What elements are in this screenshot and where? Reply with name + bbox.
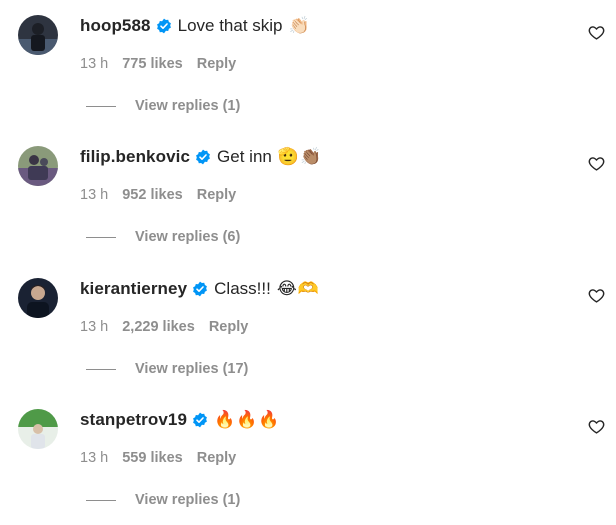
- comment-text: Get inn: [217, 147, 272, 166]
- view-replies-label: View replies (1): [135, 98, 241, 114]
- username[interactable]: hoop588: [80, 16, 151, 36]
- view-replies-button[interactable]: View replies (1): [86, 492, 240, 508]
- avatar[interactable]: [18, 278, 58, 318]
- comment-emojis: 🫡👏🏽: [277, 147, 323, 167]
- verified-badge-icon: [192, 412, 208, 428]
- timestamp[interactable]: 13 h: [80, 56, 108, 72]
- timestamp[interactable]: 13 h: [80, 450, 108, 466]
- comment-item: hoop588 Love that skip 👏🏻 13 h 775 likes…: [0, 0, 616, 131]
- likes-count[interactable]: 775 likes: [122, 56, 182, 72]
- timestamp[interactable]: 13 h: [80, 187, 108, 203]
- avatar[interactable]: [18, 409, 58, 449]
- comment-meta: 13 h 2,229 likes Reply: [80, 319, 248, 335]
- reply-button[interactable]: Reply: [209, 319, 249, 335]
- verified-badge-icon: [192, 281, 208, 297]
- avatar[interactable]: [18, 15, 58, 55]
- replies-divider: [86, 236, 116, 238]
- like-heart-icon[interactable]: [588, 155, 605, 172]
- comments-list: hoop588 Love that skip 👏🏻 13 h 775 likes…: [0, 0, 616, 518]
- comment-header: filip.benkovic Get inn 🫡👏🏽: [80, 145, 322, 169]
- reply-button[interactable]: Reply: [197, 450, 237, 466]
- likes-count[interactable]: 952 likes: [122, 187, 182, 203]
- view-replies-button[interactable]: View replies (6): [86, 229, 240, 245]
- view-replies-label: View replies (6): [135, 229, 241, 245]
- username[interactable]: kierantierney: [80, 279, 187, 299]
- view-replies-button[interactable]: View replies (17): [86, 361, 248, 377]
- comment-emojis: 👏🏻: [288, 16, 311, 36]
- replies-divider: [86, 105, 116, 107]
- comment-item: stanpetrov19 🔥🔥🔥 13 h 559 likes Reply Vi…: [0, 394, 616, 525]
- comment-meta: 13 h 775 likes Reply: [80, 56, 236, 72]
- replies-divider: [86, 499, 116, 501]
- like-heart-icon[interactable]: [588, 287, 605, 304]
- username[interactable]: filip.benkovic: [80, 147, 190, 167]
- comment-meta: 13 h 559 likes Reply: [80, 450, 236, 466]
- view-replies-label: View replies (1): [135, 492, 241, 508]
- comment-header: hoop588 Love that skip 👏🏻: [80, 14, 311, 38]
- avatar[interactable]: [18, 146, 58, 186]
- comment-item: kierantierney Class!!! 😂🫶 13 h 2,229 lik…: [0, 263, 616, 394]
- comment-text: Love that skip: [177, 16, 283, 35]
- view-replies-button[interactable]: View replies (1): [86, 98, 240, 114]
- comment-text: Class!!!: [214, 279, 271, 298]
- comment-header: stanpetrov19 🔥🔥🔥: [80, 408, 281, 432]
- comment-item: filip.benkovic Get inn 🫡👏🏽 13 h 952 like…: [0, 131, 616, 262]
- comment-meta: 13 h 952 likes Reply: [80, 187, 236, 203]
- comment-emojis: 😂🫶: [276, 279, 320, 299]
- username[interactable]: stanpetrov19: [80, 410, 187, 430]
- likes-count[interactable]: 559 likes: [122, 450, 182, 466]
- verified-badge-icon: [195, 149, 211, 165]
- comment-emojis: 🔥🔥🔥: [214, 410, 281, 430]
- like-heart-icon[interactable]: [588, 24, 605, 41]
- likes-count[interactable]: 2,229 likes: [122, 319, 195, 335]
- reply-button[interactable]: Reply: [197, 187, 237, 203]
- like-heart-icon[interactable]: [588, 418, 605, 435]
- timestamp[interactable]: 13 h: [80, 319, 108, 335]
- view-replies-label: View replies (17): [135, 361, 249, 377]
- reply-button[interactable]: Reply: [197, 56, 237, 72]
- verified-badge-icon: [156, 18, 172, 34]
- replies-divider: [86, 368, 116, 370]
- comment-header: kierantierney Class!!! 😂🫶: [80, 277, 320, 301]
